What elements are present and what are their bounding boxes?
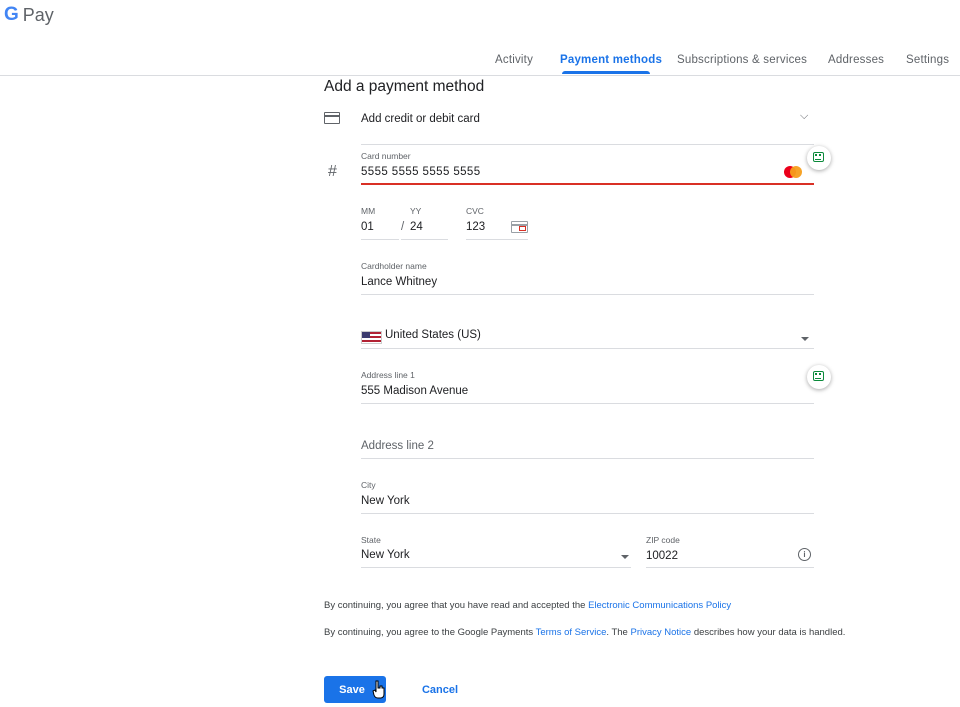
city-underline: [361, 513, 814, 514]
expiry-year-label: YY: [410, 206, 422, 216]
info-icon[interactable]: i: [798, 548, 811, 561]
card-number-label: Card number: [361, 151, 411, 161]
zip-underline: [646, 567, 814, 568]
cardholder-underline: [361, 294, 814, 295]
active-tab-indicator: [562, 71, 650, 74]
state-underline: [361, 567, 631, 568]
payment-method-selector[interactable]: Add credit or debit card ⌵: [324, 108, 814, 144]
state-dropdown-arrow-icon[interactable]: [621, 555, 629, 559]
tab-subscriptions-services[interactable]: Subscriptions & services: [677, 54, 807, 66]
logo-g: G: [4, 4, 19, 25]
zip-input[interactable]: 10022: [646, 550, 678, 562]
expiry-separator: /: [401, 221, 405, 233]
tab-payment-methods[interactable]: Payment methods: [560, 54, 662, 66]
autofill-extension-icon-2[interactable]: [807, 365, 831, 389]
logo-text: Pay: [22, 4, 54, 25]
expiry-month-label: MM: [361, 206, 376, 216]
address2-underline: [361, 458, 814, 459]
expiry-year-input[interactable]: 24: [410, 221, 423, 233]
mastercard-logo-icon: [784, 166, 802, 178]
google-g-logo: G: [4, 4, 19, 26]
cvc-input[interactable]: 123: [466, 221, 485, 233]
legal-text-2: By continuing, you agree to the Google P…: [324, 627, 536, 638]
legal-text-4: describes how your data is handled.: [691, 627, 846, 638]
state-select[interactable]: New York: [361, 549, 410, 561]
zip-label: ZIP code: [646, 535, 680, 545]
address1-input[interactable]: 555 Madison Avenue: [361, 385, 468, 397]
cvc-underline: [466, 239, 528, 240]
card-number-input[interactable]: 5555 5555 5555 5555: [361, 166, 481, 178]
country-dropdown-arrow-icon[interactable]: [801, 337, 809, 341]
expiry-month-input[interactable]: 01: [361, 221, 374, 233]
cvc-card-icon: [511, 221, 528, 233]
us-flag-icon: [361, 331, 382, 344]
terms-of-service-link[interactable]: Terms of Service: [536, 627, 607, 638]
tab-activity[interactable]: Activity: [495, 54, 533, 66]
legal-text-3: . The: [606, 627, 631, 638]
legal-text-1: By continuing, you agree that you have r…: [324, 600, 589, 611]
selector-divider: [361, 144, 814, 145]
legal-line-1: By continuing, you agree that you have r…: [324, 600, 731, 611]
hand-cursor-icon: [372, 680, 385, 699]
city-label: City: [361, 480, 376, 490]
electronic-communications-policy-link[interactable]: Electronic Communications Policy: [588, 600, 731, 611]
credit-card-icon: [324, 112, 340, 124]
cardholder-input[interactable]: Lance Whitney: [361, 276, 437, 288]
tab-settings[interactable]: Settings: [906, 54, 949, 66]
country-select[interactable]: United States (US): [385, 329, 481, 341]
gpay-logo[interactable]: G Pay: [4, 4, 54, 26]
card-number-underline: [361, 183, 814, 185]
page-title: Add a payment method: [324, 78, 485, 95]
legal-line-2: By continuing, you agree to the Google P…: [324, 627, 845, 638]
address1-label: Address line 1: [361, 370, 415, 380]
address1-underline: [361, 403, 814, 404]
chevron-down-icon[interactable]: ⌵: [800, 110, 808, 123]
country-underline: [361, 348, 814, 349]
payment-method-label: Add credit or debit card: [361, 113, 480, 125]
cardholder-label: Cardholder name: [361, 261, 427, 271]
header-divider: [0, 75, 960, 76]
tab-addresses[interactable]: Addresses: [828, 54, 884, 66]
city-input[interactable]: New York: [361, 495, 410, 507]
privacy-notice-link[interactable]: Privacy Notice: [630, 627, 691, 638]
cancel-button[interactable]: Cancel: [418, 676, 462, 703]
top-nav: Activity Payment methods Subscriptions &…: [0, 54, 960, 76]
address2-input[interactable]: Address line 2: [361, 440, 434, 452]
expiry-month-underline: [361, 239, 399, 240]
expiry-year-underline: [401, 239, 448, 240]
cvc-label: CVC: [466, 206, 484, 216]
state-label: State: [361, 535, 381, 545]
autofill-extension-icon[interactable]: [807, 146, 831, 170]
hash-icon: #: [328, 163, 337, 180]
